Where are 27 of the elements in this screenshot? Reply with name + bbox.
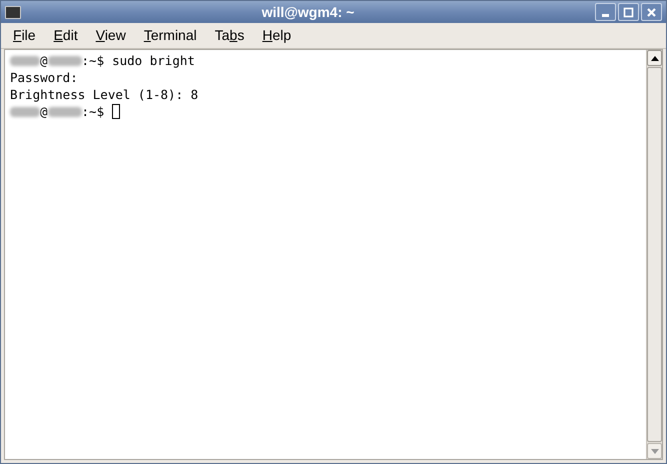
close-button[interactable] — [641, 3, 662, 21]
menu-item[interactable]: View — [92, 25, 130, 46]
output-line: Brightness Level (1-8): 8 — [10, 87, 198, 102]
menu-item[interactable]: File — [9, 25, 40, 46]
window-title: will@wgm4: ~ — [260, 2, 356, 22]
scroll-down-icon[interactable] — [647, 443, 662, 459]
menu-item[interactable]: Terminal — [140, 25, 201, 46]
blurred-text — [10, 56, 40, 66]
command-text: sudo bright — [112, 52, 195, 69]
minimize-button[interactable] — [595, 3, 616, 21]
blurred-text — [48, 56, 82, 66]
menu-item[interactable]: Help — [258, 25, 296, 46]
blurred-text — [48, 106, 82, 116]
prompt-text: :~$ — [82, 52, 104, 69]
scroll-up-icon[interactable] — [647, 50, 662, 66]
prompt-text: @ — [40, 103, 48, 120]
prompt-text: @ — [40, 52, 48, 69]
minimize-icon — [600, 14, 611, 16]
prompt-text: :~$ — [82, 103, 104, 120]
output-line: Password: — [10, 70, 78, 85]
close-icon — [646, 6, 657, 18]
terminal-icon[interactable] — [5, 6, 21, 18]
maximize-icon — [623, 6, 634, 18]
maximize-button[interactable] — [618, 3, 639, 21]
menu-item[interactable]: Tabs — [210, 25, 248, 46]
blurred-text — [10, 106, 40, 116]
menu-item[interactable]: Edit — [50, 25, 82, 46]
